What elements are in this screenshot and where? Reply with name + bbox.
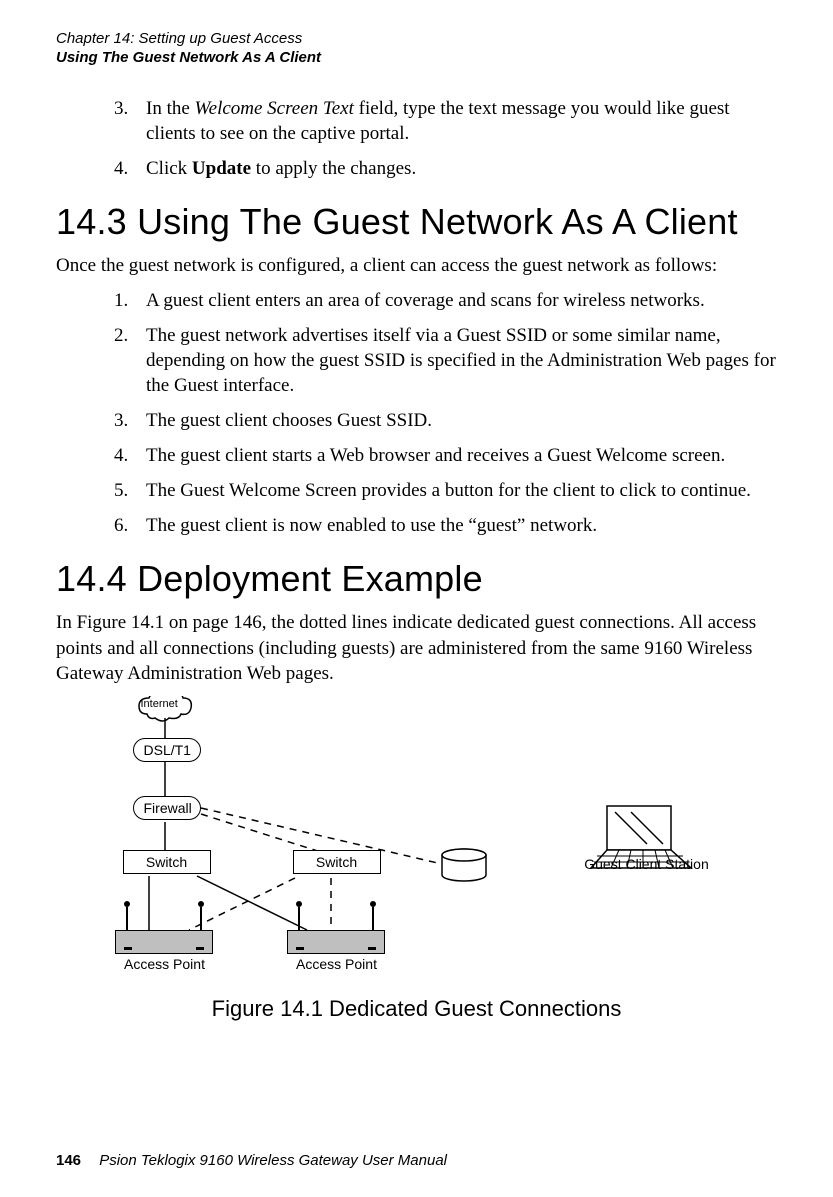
step-number: 4. [114, 156, 146, 181]
step-number: 1. [114, 288, 146, 313]
list-item: 3. The guest client chooses Guest SSID. [114, 408, 777, 433]
step-text: The guest network advertises itself via … [146, 323, 777, 398]
step-number: 3. [114, 96, 146, 146]
list-item: 2. The guest network advertises itself v… [114, 323, 777, 398]
access-point-icon [287, 930, 385, 954]
diagram-ap-label: Access Point [287, 956, 387, 972]
list-item: 6. The guest client is now enabled to us… [114, 513, 777, 538]
header-section: Using The Guest Network As A Client [56, 49, 777, 68]
step-text: A guest client enters an area of coverag… [146, 288, 777, 313]
list-item: 4. Click Update to apply the changes. [114, 156, 777, 181]
diagram-ap-label: Access Point [115, 956, 215, 972]
section-intro: Once the guest network is configured, a … [56, 253, 777, 278]
diagram-firewall-box: Firewall [133, 796, 201, 820]
step-number: 3. [114, 408, 146, 433]
page-footer: 146 Psion Teklogix 9160 Wireless Gateway… [56, 1152, 447, 1169]
list-item: 1. A guest client enters an area of cove… [114, 288, 777, 313]
list-item: 4. The guest client starts a Web browser… [114, 443, 777, 468]
deployment-diagram: Internet DSL/T1 Firewall Switch Switch A… [97, 696, 737, 986]
top-steps-list: 3. In the Welcome Screen Text field, typ… [114, 96, 777, 181]
diagram-internet-label: Internet [141, 698, 178, 710]
step-number: 6. [114, 513, 146, 538]
section-heading-14-3: 14.3 Using The Guest Network As A Client [56, 201, 777, 243]
page-number: 146 [56, 1152, 81, 1169]
step-text: In the Welcome Screen Text field, type t… [146, 96, 777, 146]
running-header: Chapter 14: Setting up Guest Access Usin… [56, 30, 777, 68]
step-text: The guest client chooses Guest SSID. [146, 408, 777, 433]
list-item: 3. In the Welcome Screen Text field, typ… [114, 96, 777, 146]
step-text: The Guest Welcome Screen provides a butt… [146, 478, 777, 503]
section-para: In Figure 14.1 on page 146, the dotted l… [56, 610, 777, 685]
step-number: 4. [114, 443, 146, 468]
header-chapter: Chapter 14: Setting up Guest Access [56, 30, 777, 49]
diagram-switch-box: Switch [123, 850, 211, 874]
access-point-icon [115, 930, 213, 954]
step-text: The guest client is now enabled to use t… [146, 513, 777, 538]
diagram-switch-box: Switch [293, 850, 381, 874]
step-text: Click Update to apply the changes. [146, 156, 777, 181]
diagram-dsl-box: DSL/T1 [133, 738, 201, 762]
figure-caption: Figure 14.1 Dedicated Guest Connections [56, 996, 777, 1022]
manual-title: Psion Teklogix 9160 Wireless Gateway Use… [99, 1152, 447, 1169]
list-item: 5. The Guest Welcome Screen provides a b… [114, 478, 777, 503]
guest-steps-list: 1. A guest client enters an area of cove… [114, 288, 777, 539]
diagram-guest-label: Guest Client Station [567, 856, 727, 872]
step-number: 2. [114, 323, 146, 398]
step-number: 5. [114, 478, 146, 503]
section-heading-14-4: 14.4 Deployment Example [56, 558, 777, 600]
step-text: The guest client starts a Web browser an… [146, 443, 777, 468]
